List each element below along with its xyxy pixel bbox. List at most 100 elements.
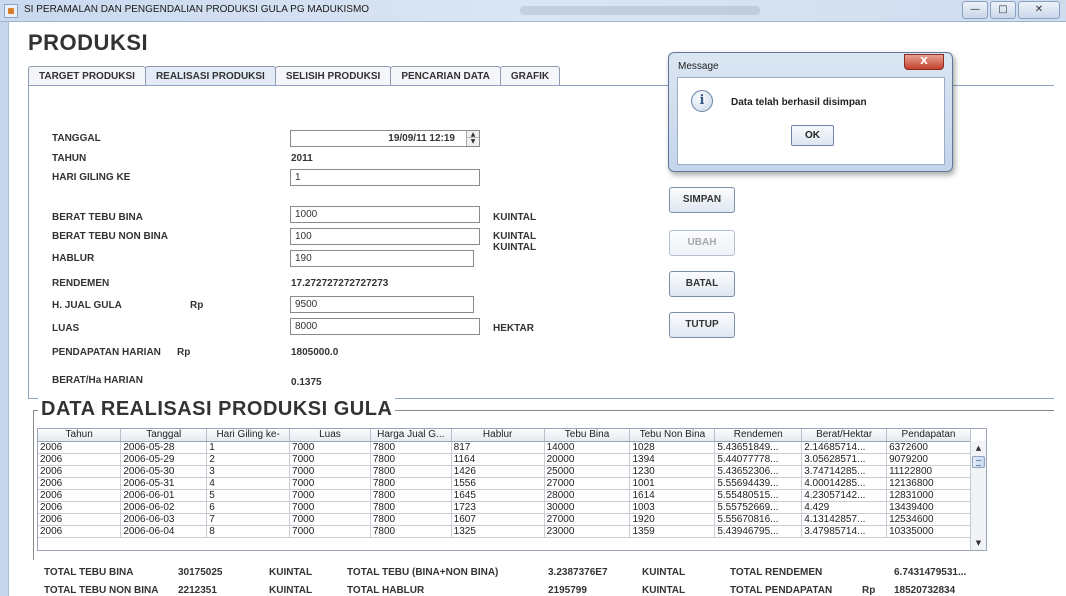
ubah-button[interactable]: UBAH [669, 230, 735, 256]
table-cell[interactable]: 7000 [289, 477, 371, 490]
col-header-tebu-non-bina[interactable]: Tebu Non Bina [629, 429, 716, 442]
table-cell[interactable]: 28000 [544, 489, 631, 502]
table-cell[interactable]: 1230 [629, 465, 716, 478]
table-row[interactable]: 2006 2006-06-03 7 7000 7800 1607 27000 1920 5.55… [38, 513, 971, 526]
table-cell[interactable]: 4.429 [801, 501, 888, 514]
table-cell[interactable]: 1 [206, 441, 291, 454]
tab-pencarian-data[interactable]: PENCARIAN DATA [390, 66, 501, 86]
table-cell[interactable]: 5.44077778... [714, 453, 803, 466]
col-header-rendemen[interactable]: Rendemen [714, 429, 803, 442]
tanggal-spinner[interactable]: 19/09/11 12:19 ▲ ▼ [290, 130, 480, 147]
col-header-luas[interactable]: Luas [289, 429, 371, 442]
scroll-thumb[interactable] [972, 456, 985, 468]
table-cell[interactable]: 1614 [629, 489, 716, 502]
table-cell[interactable]: 7000 [289, 489, 371, 502]
table-cell[interactable]: 7000 [289, 525, 371, 538]
col-header-berat-hektar[interactable]: Berat/Hektar [801, 429, 888, 442]
tab-target-produksi[interactable]: TARGET PRODUKSI [28, 66, 146, 86]
col-header-pendapatan[interactable]: Pendapatan [886, 429, 971, 442]
table-cell[interactable]: 2006-05-28 [120, 441, 208, 454]
table-cell[interactable]: 7800 [370, 513, 452, 526]
table-cell[interactable]: 9079200 [886, 453, 971, 466]
table-cell[interactable]: 27000 [544, 477, 631, 490]
table-cell[interactable]: 5.43946795... [714, 525, 803, 538]
tutup-button[interactable]: TUTUP [669, 312, 735, 338]
table-cell[interactable]: 5.55694439... [714, 477, 803, 490]
table-cell[interactable]: 30000 [544, 501, 631, 514]
berat-tebu-non-bina-field[interactable]: 100 [290, 228, 480, 245]
table-cell[interactable]: 2006-06-01 [120, 489, 208, 502]
berat-tebu-bina-field[interactable]: 1000 [290, 206, 480, 223]
table-cell[interactable]: 1001 [629, 477, 716, 490]
tab-realisasi-produksi[interactable]: REALISASI PRODUKSI [144, 66, 276, 86]
table-cell[interactable]: 5.43652306... [714, 465, 803, 478]
table-cell[interactable]: 14000 [544, 441, 631, 454]
table-cell[interactable]: 20000 [544, 453, 631, 466]
table-cell[interactable]: 1426 [451, 465, 545, 478]
simpan-button[interactable]: SIMPAN [669, 187, 735, 213]
tab-grafik[interactable]: GRAFIK [499, 66, 561, 86]
table-row[interactable]: 2006 2006-05-28 1 7000 7800 817 14000 1028 5.436… [38, 441, 971, 454]
table-row[interactable]: 2006 2006-06-02 6 7000 7800 1723 30000 1003 5.55… [38, 501, 971, 514]
table-cell[interactable]: 12136800 [886, 477, 971, 490]
table-cell[interactable]: 817 [451, 441, 545, 454]
table-cell[interactable]: 7000 [289, 441, 371, 454]
table-cell[interactable]: 2006-05-30 [120, 465, 208, 478]
table-cell[interactable]: 2006-06-03 [120, 513, 208, 526]
table-cell[interactable]: 5.43651849... [714, 441, 803, 454]
table-cell[interactable]: 2006-06-02 [120, 501, 208, 514]
table-cell[interactable]: 7 [206, 513, 291, 526]
table-cell[interactable]: 5 [206, 489, 291, 502]
scroll-up-icon[interactable]: ▲ [971, 441, 986, 455]
table-cell[interactable]: 4.00014285... [801, 477, 888, 490]
table-cell[interactable]: 25000 [544, 465, 631, 478]
table-cell[interactable]: 2006 [38, 513, 122, 526]
table-cell[interactable]: 4 [206, 477, 291, 490]
table-cell[interactable]: 1920 [629, 513, 716, 526]
table-cell[interactable]: 1164 [451, 453, 545, 466]
table-cell[interactable]: 2006-05-29 [120, 453, 208, 466]
table-cell[interactable]: 2 [206, 453, 291, 466]
table-cell[interactable]: 1394 [629, 453, 716, 466]
dialog-close-button[interactable]: X [904, 54, 944, 70]
table-cell[interactable]: 1723 [451, 501, 545, 514]
table-cell[interactable]: 1556 [451, 477, 545, 490]
col-header-hari-giling[interactable]: Hari Giling ke- [206, 429, 291, 442]
table-cell[interactable]: 1359 [629, 525, 716, 538]
table-row[interactable]: 2006 2006-05-31 4 7000 7800 1556 27000 1001 5.55… [38, 477, 971, 490]
col-header-tebu-bina[interactable]: Tebu Bina [544, 429, 631, 442]
ok-button[interactable]: OK [791, 125, 834, 146]
col-header-hablur[interactable]: Hablur [451, 429, 545, 442]
table-cell[interactable]: 2006 [38, 453, 122, 466]
spinner-down-icon[interactable]: ▼ [467, 138, 479, 145]
table-cell[interactable]: 2006 [38, 477, 122, 490]
table-row[interactable]: 2006 2006-05-30 3 7000 7800 1426 25000 1230 5.43… [38, 465, 971, 478]
close-window-button[interactable]: ✕ [1018, 1, 1060, 19]
table-cell[interactable]: 2006-06-04 [120, 525, 208, 538]
table-cell[interactable]: 2006 [38, 489, 122, 502]
table-cell[interactable]: 6 [206, 501, 291, 514]
hari-giling-field[interactable]: 1 [290, 169, 480, 186]
maximize-button[interactable]: □ [990, 1, 1016, 19]
table-cell[interactable]: 7000 [289, 453, 371, 466]
table-cell[interactable]: 3 [206, 465, 291, 478]
table-cell[interactable]: 23000 [544, 525, 631, 538]
table-cell[interactable]: 2006 [38, 501, 122, 514]
tab-selisih-produksi[interactable]: SELISIH PRODUKSI [274, 66, 392, 86]
col-header-tahun[interactable]: Tahun [38, 429, 122, 442]
table-cell[interactable]: 7800 [370, 489, 452, 502]
table-cell[interactable]: 5.55480515... [714, 489, 803, 502]
table-cell[interactable]: 2006 [38, 441, 122, 454]
table-cell[interactable]: 8 [206, 525, 291, 538]
table-cell[interactable]: 13439400 [886, 501, 971, 514]
luas-field[interactable]: 8000 [290, 318, 480, 335]
table-cell[interactable]: 7800 [370, 453, 452, 466]
table-cell[interactable]: 27000 [544, 513, 631, 526]
table-cell[interactable]: 10335000 [886, 525, 971, 538]
table-scrollbar[interactable]: ▲ ▼ [970, 441, 986, 550]
table-row[interactable]: 2006 2006-06-04 8 7000 7800 1325 23000 1359 5.43… [38, 525, 971, 538]
table-cell[interactable]: 2006 [38, 525, 122, 538]
table-cell[interactable]: 3.74714285... [801, 465, 888, 478]
table-cell[interactable]: 4.23057142... [801, 489, 888, 502]
table-cell[interactable]: 7800 [370, 441, 452, 454]
